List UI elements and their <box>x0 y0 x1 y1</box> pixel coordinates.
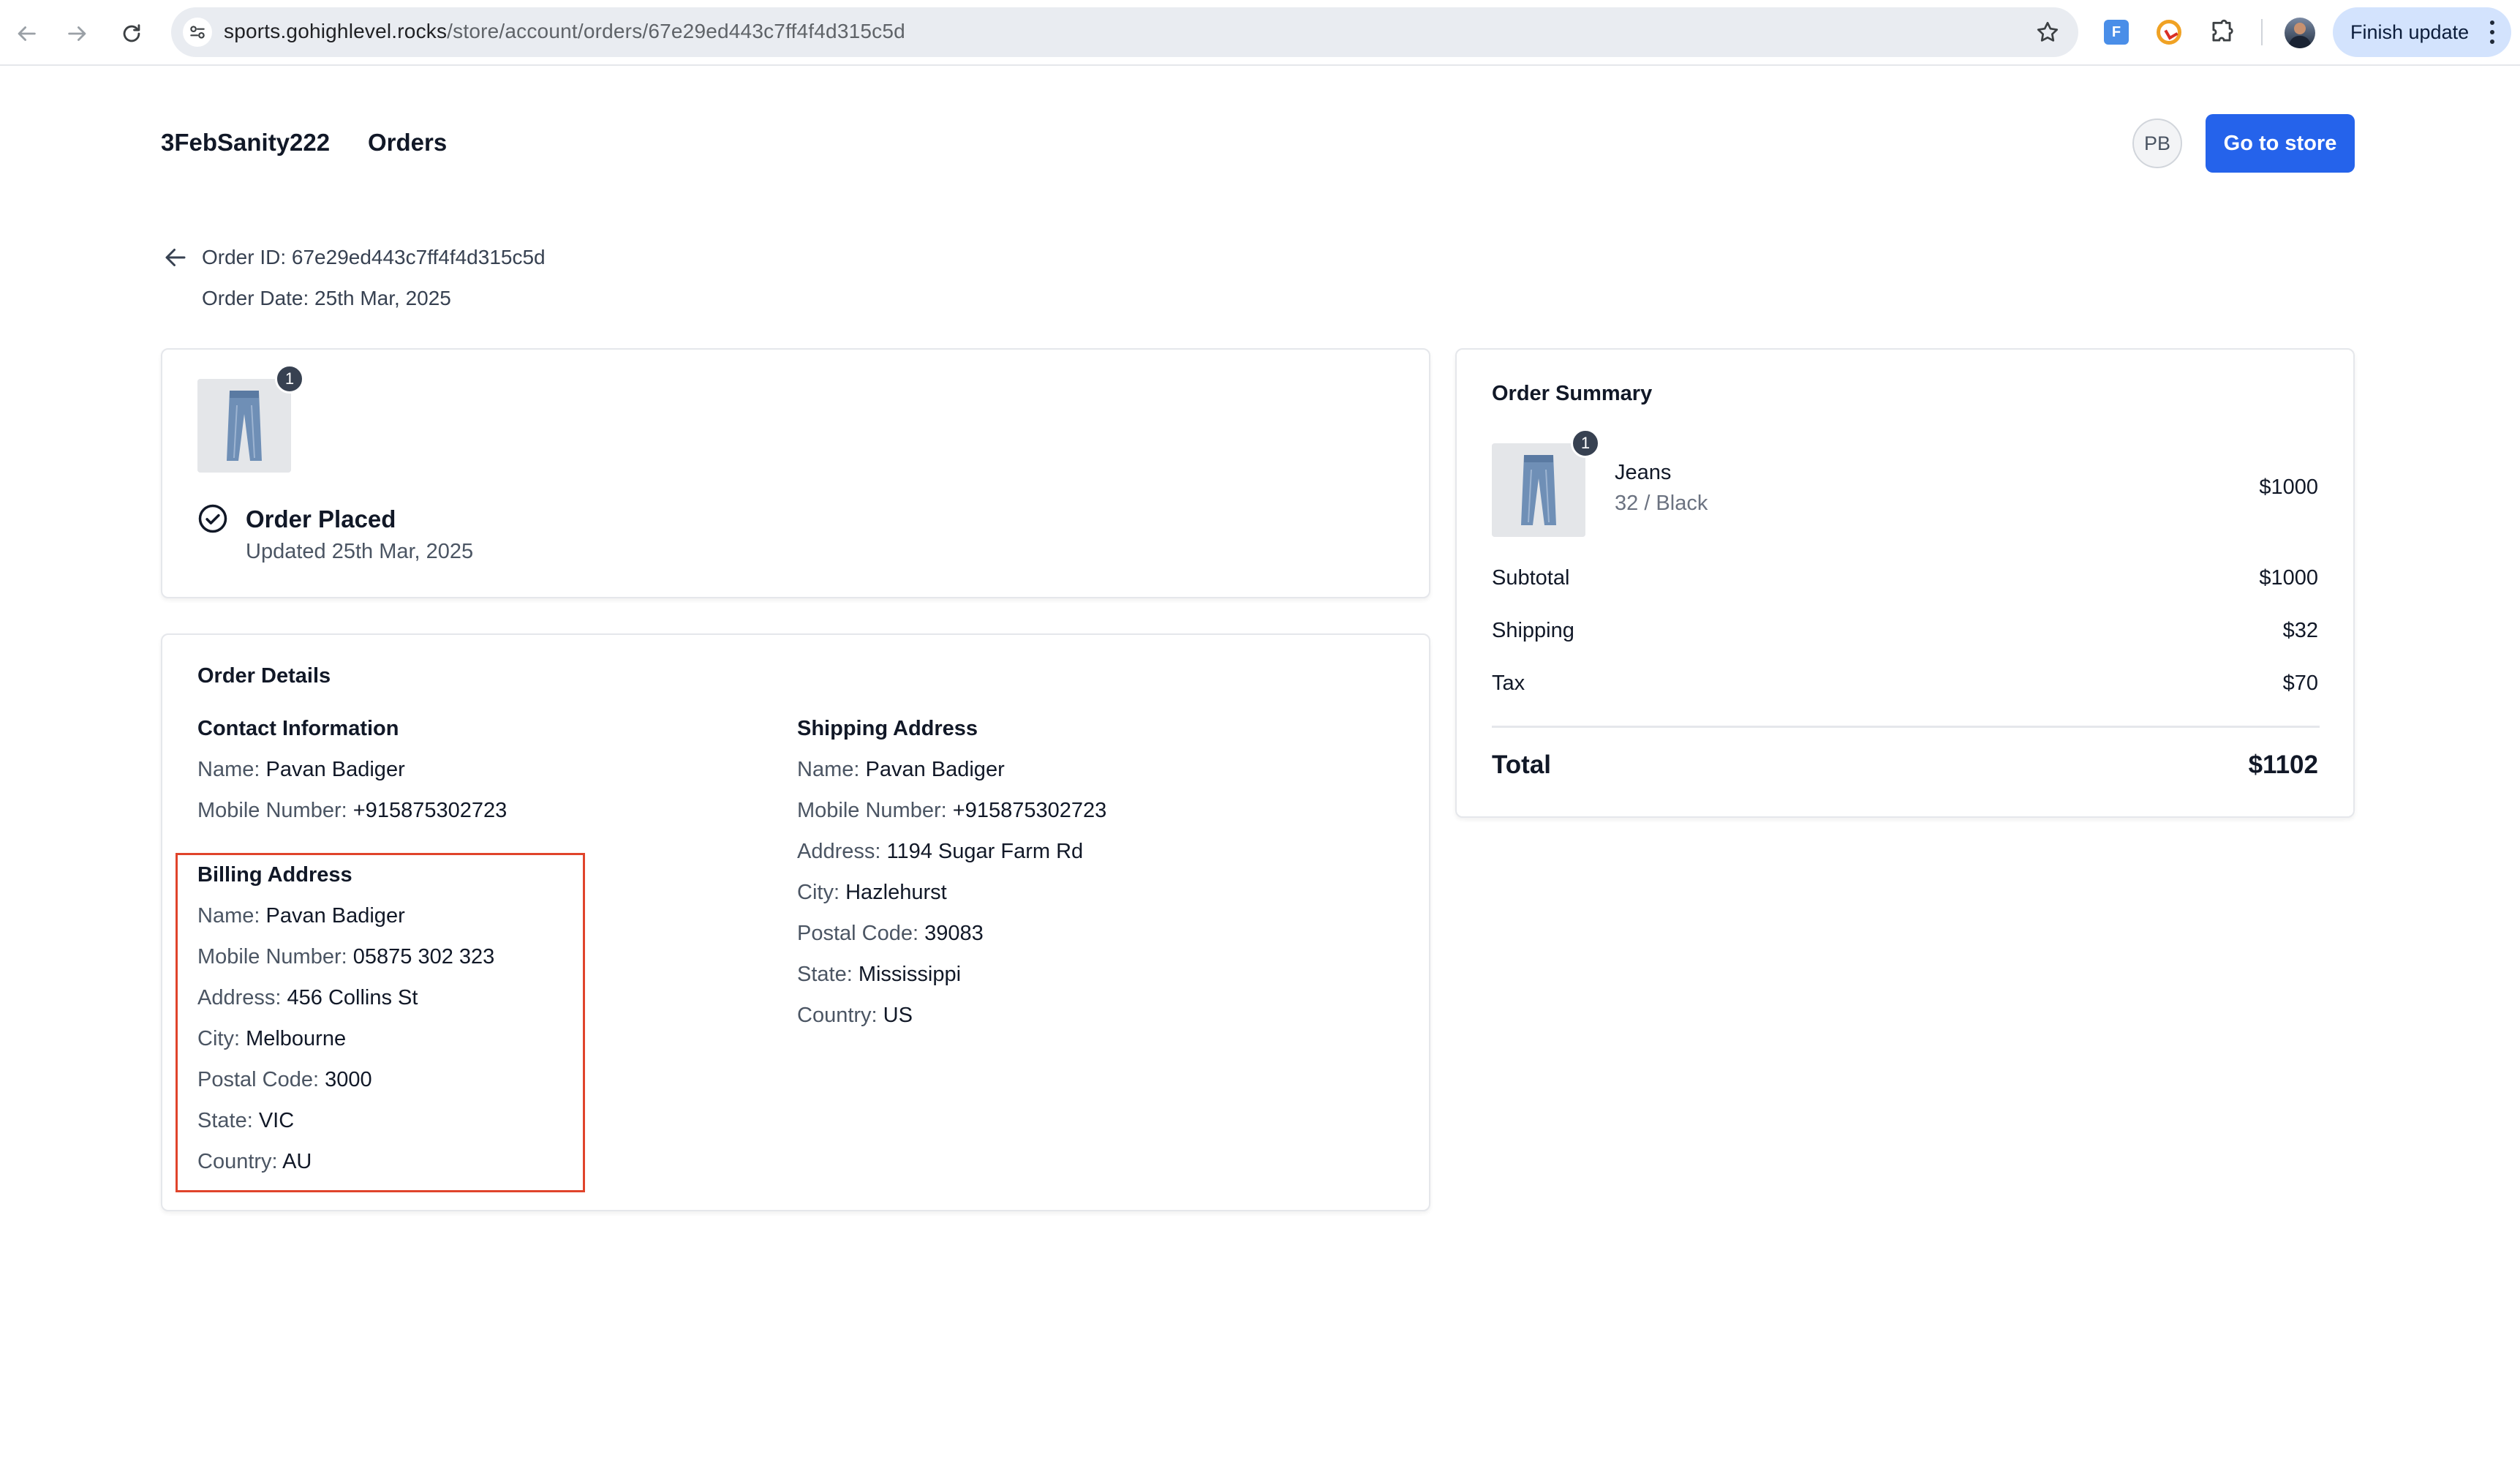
status-title: Order Placed <box>246 505 396 533</box>
order-summary-title: Order Summary <box>1492 382 1653 405</box>
tax-label: Tax <box>1492 672 1525 695</box>
item-name: Jeans <box>1615 461 1672 484</box>
total-value: $1102 <box>2248 751 2318 779</box>
billing-mobile: Mobile Number: 05875 302 323 <box>197 945 495 968</box>
shipping-address-title: Shipping Address <box>797 717 978 740</box>
quantity-badge: 1 <box>1571 429 1600 458</box>
go-to-store-button[interactable]: Go to store <box>2206 114 2355 173</box>
url-path: /store/account/orders/67e29ed443c7ff4f4d… <box>447 20 905 42</box>
order-date: Order Date: 25th Mar, 2025 <box>202 287 451 309</box>
shipping-country: Country: US <box>797 1004 913 1027</box>
billing-postal-code: Postal Code: 3000 <box>197 1068 372 1091</box>
shipping-mobile: Mobile Number: +915875302723 <box>797 799 1107 822</box>
billing-city: City: Melbourne <box>197 1027 347 1050</box>
contact-info-title: Contact Information <box>197 717 399 740</box>
jeans-product-image <box>1492 443 1585 537</box>
puzzle-icon[interactable] <box>2206 16 2238 48</box>
back-icon[interactable] <box>9 16 44 51</box>
shipping-name: Name: Pavan Badiger <box>797 758 1005 781</box>
site-settings-icon[interactable] <box>183 18 212 47</box>
bookmark-star-icon[interactable] <box>2034 19 2061 45</box>
store-name[interactable]: 3FebSanity222 <box>161 129 330 157</box>
order-status-card: 1 Order Placed Updated 25th Mar, 2025 <box>161 348 1430 598</box>
order-summary-card: Order Summary 1 Jeans 32 / Black $1000 S… <box>1455 348 2355 818</box>
tax-value: $70 <box>2282 672 2318 695</box>
finish-update-label: Finish update <box>2350 20 2470 43</box>
gauge-icon <box>2157 20 2181 45</box>
shipping-postal-code: Postal Code: 39083 <box>797 922 984 945</box>
subtotal-label: Subtotal <box>1492 566 1570 590</box>
reload-icon[interactable] <box>114 16 149 51</box>
billing-country: Country: AU <box>197 1150 312 1173</box>
arrow-left-icon[interactable] <box>162 244 189 271</box>
forward-icon[interactable] <box>60 16 95 51</box>
shipping-address: Address: 1194 Sugar Farm Rd <box>797 840 1084 863</box>
url-text[interactable]: sports.gohighlevel.rocks/store/account/o… <box>224 20 905 43</box>
extension-icon[interactable] <box>2153 16 2185 48</box>
quantity-badge: 1 <box>275 364 304 394</box>
contact-mobile: Mobile Number: +915875302723 <box>197 799 508 822</box>
browser-toolbar: sports.gohighlevel.rocks/store/account/o… <box>0 0 2520 66</box>
toolbar-divider <box>2261 19 2263 45</box>
url-host: sports.gohighlevel.rocks <box>224 20 448 42</box>
subtotal-value: $1000 <box>2259 566 2318 590</box>
summary-divider <box>1492 726 2320 728</box>
user-avatar[interactable]: PB <box>2132 119 2182 168</box>
item-variant: 32 / Black <box>1615 492 1708 515</box>
billing-name: Name: Pavan Badiger <box>197 904 405 928</box>
contact-name: Name: Pavan Badiger <box>197 758 405 781</box>
extension-icon[interactable]: F <box>2100 16 2132 48</box>
billing-state: State: VIC <box>197 1109 295 1132</box>
profile-avatar[interactable] <box>2285 18 2315 48</box>
item-price: $1000 <box>2259 475 2318 499</box>
finish-update-button[interactable]: Finish update <box>2333 7 2511 57</box>
shipping-city: City: Hazlehurst <box>797 881 947 904</box>
order-id: Order ID: 67e29ed443c7ff4f4d315c5d <box>202 246 546 268</box>
orders-nav-link[interactable]: Orders <box>368 129 447 157</box>
extension-badge-icon: F <box>2104 20 2129 45</box>
shipping-state: State: Mississippi <box>797 963 962 986</box>
billing-address: Address: 456 Collins St <box>197 986 418 1009</box>
shipping-value: $32 <box>2282 619 2318 642</box>
total-label: Total <box>1492 751 1552 779</box>
order-details-card: Order Details Contact Information Name: … <box>161 633 1430 1211</box>
kebab-menu-icon <box>2489 20 2495 44</box>
status-updated: Updated 25th Mar, 2025 <box>246 540 474 563</box>
order-details-title: Order Details <box>197 664 331 688</box>
billing-address-title: Billing Address <box>197 863 352 887</box>
check-circle-icon <box>198 504 227 533</box>
jeans-product-image <box>197 379 291 473</box>
shipping-label: Shipping <box>1492 619 1574 642</box>
address-bar[interactable]: sports.gohighlevel.rocks/store/account/o… <box>171 7 2078 57</box>
